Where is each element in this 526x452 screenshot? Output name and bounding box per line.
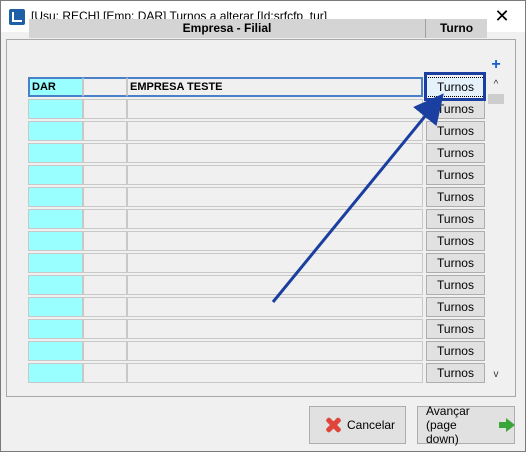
empresa-name-cell-text: EMPRESA TESTE [130, 81, 223, 93]
turnos-button[interactable]: Turnos [426, 275, 485, 295]
empresa-code-cell[interactable] [28, 253, 83, 273]
filial-code-cell[interactable] [83, 297, 127, 317]
empresa-name-cell[interactable] [127, 99, 423, 119]
filial-code-cell[interactable] [83, 253, 127, 273]
next-label: Avançar (page down) [426, 404, 491, 446]
empresa-code-cell[interactable] [28, 297, 83, 317]
empresa-name-cell[interactable]: EMPRESA TESTE [127, 77, 423, 97]
filial-code-cell[interactable] [83, 77, 127, 97]
green-arrow-right-icon [498, 418, 516, 432]
empresa-code-cell[interactable] [28, 165, 83, 185]
close-icon: ✕ [494, 6, 510, 26]
plus-icon: + [491, 56, 501, 73]
empresa-code-cell[interactable] [28, 143, 83, 163]
empresa-code-cell[interactable]: DAR [28, 77, 83, 97]
header-empresa-filial: Empresa - Filial [29, 19, 426, 38]
cancel-label: Cancelar [347, 418, 396, 432]
turnos-button[interactable]: Turnos [426, 341, 485, 361]
filial-code-cell[interactable] [83, 165, 127, 185]
empresa-name-cell[interactable] [127, 363, 423, 383]
empresa-name-cell[interactable] [127, 319, 423, 339]
red-x-icon [324, 416, 342, 434]
scrollbar-thumb[interactable] [488, 94, 504, 104]
filial-code-cell[interactable] [83, 231, 127, 251]
empresa-code-cell[interactable] [28, 121, 83, 141]
empresa-code-cell[interactable] [28, 341, 83, 361]
filial-code-cell[interactable] [83, 99, 127, 119]
filial-code-cell[interactable] [83, 319, 127, 339]
header-turno: Turno [426, 19, 487, 38]
scroll-up-button[interactable]: ^ [488, 77, 504, 93]
filial-code-cell[interactable] [83, 363, 127, 383]
turnos-button[interactable]: Turnos [426, 187, 485, 207]
empresa-code-cell[interactable] [28, 187, 83, 207]
filial-code-cell[interactable] [83, 143, 127, 163]
turnos-button[interactable]: Turnos [426, 231, 485, 251]
next-label-line1: Avançar [426, 404, 470, 418]
turnos-button[interactable]: Turnos [426, 297, 485, 317]
empresa-code-cell[interactable] [28, 319, 83, 339]
empresa-name-cell[interactable] [127, 275, 423, 295]
turnos-button[interactable]: Turnos [426, 363, 485, 383]
chevron-up-icon: ^ [493, 79, 499, 90]
add-row-button[interactable]: + [488, 56, 504, 73]
empresa-code-cell[interactable] [28, 275, 83, 295]
empresa-name-cell[interactable] [127, 143, 423, 163]
next-button[interactable]: Avançar (page down) [417, 404, 516, 446]
turnos-button[interactable]: Turnos [426, 99, 485, 119]
filial-code-cell[interactable] [83, 209, 127, 229]
turnos-button[interactable]: Turnos [426, 209, 485, 229]
annotation-highlight-box [424, 72, 486, 101]
empresa-name-cell[interactable] [127, 209, 423, 229]
filial-code-cell[interactable] [83, 121, 127, 141]
empresa-code-cell[interactable] [28, 209, 83, 229]
empresa-code-cell-text: DAR [32, 81, 56, 93]
filial-code-cell[interactable] [83, 341, 127, 361]
empresa-code-cell[interactable] [28, 363, 83, 383]
empresa-name-cell[interactable] [127, 187, 423, 207]
filial-code-cell[interactable] [83, 187, 127, 207]
empresa-code-cell[interactable] [28, 99, 83, 119]
app-icon [9, 9, 25, 25]
empresa-name-cell[interactable] [127, 231, 423, 251]
empresa-code-cell[interactable] [28, 231, 83, 251]
turnos-button[interactable]: Turnos [426, 143, 485, 163]
scroll-down-button[interactable]: v [488, 367, 504, 383]
turnos-button[interactable]: Turnos [426, 121, 485, 141]
turnos-button[interactable]: Turnos [426, 165, 485, 185]
empresa-name-cell[interactable] [127, 253, 423, 273]
empresa-name-cell[interactable] [127, 341, 423, 361]
next-label-line2: (page down) [426, 418, 459, 446]
turnos-button[interactable]: Turnos [426, 253, 485, 273]
turnos-button[interactable]: Turnos [426, 319, 485, 339]
empresa-name-cell[interactable] [127, 165, 423, 185]
empresa-name-cell[interactable] [127, 297, 423, 317]
empresa-name-cell[interactable] [127, 121, 423, 141]
chevron-down-icon: v [493, 369, 499, 380]
filial-code-cell[interactable] [83, 275, 127, 295]
cancel-button[interactable]: Cancelar [309, 406, 406, 444]
